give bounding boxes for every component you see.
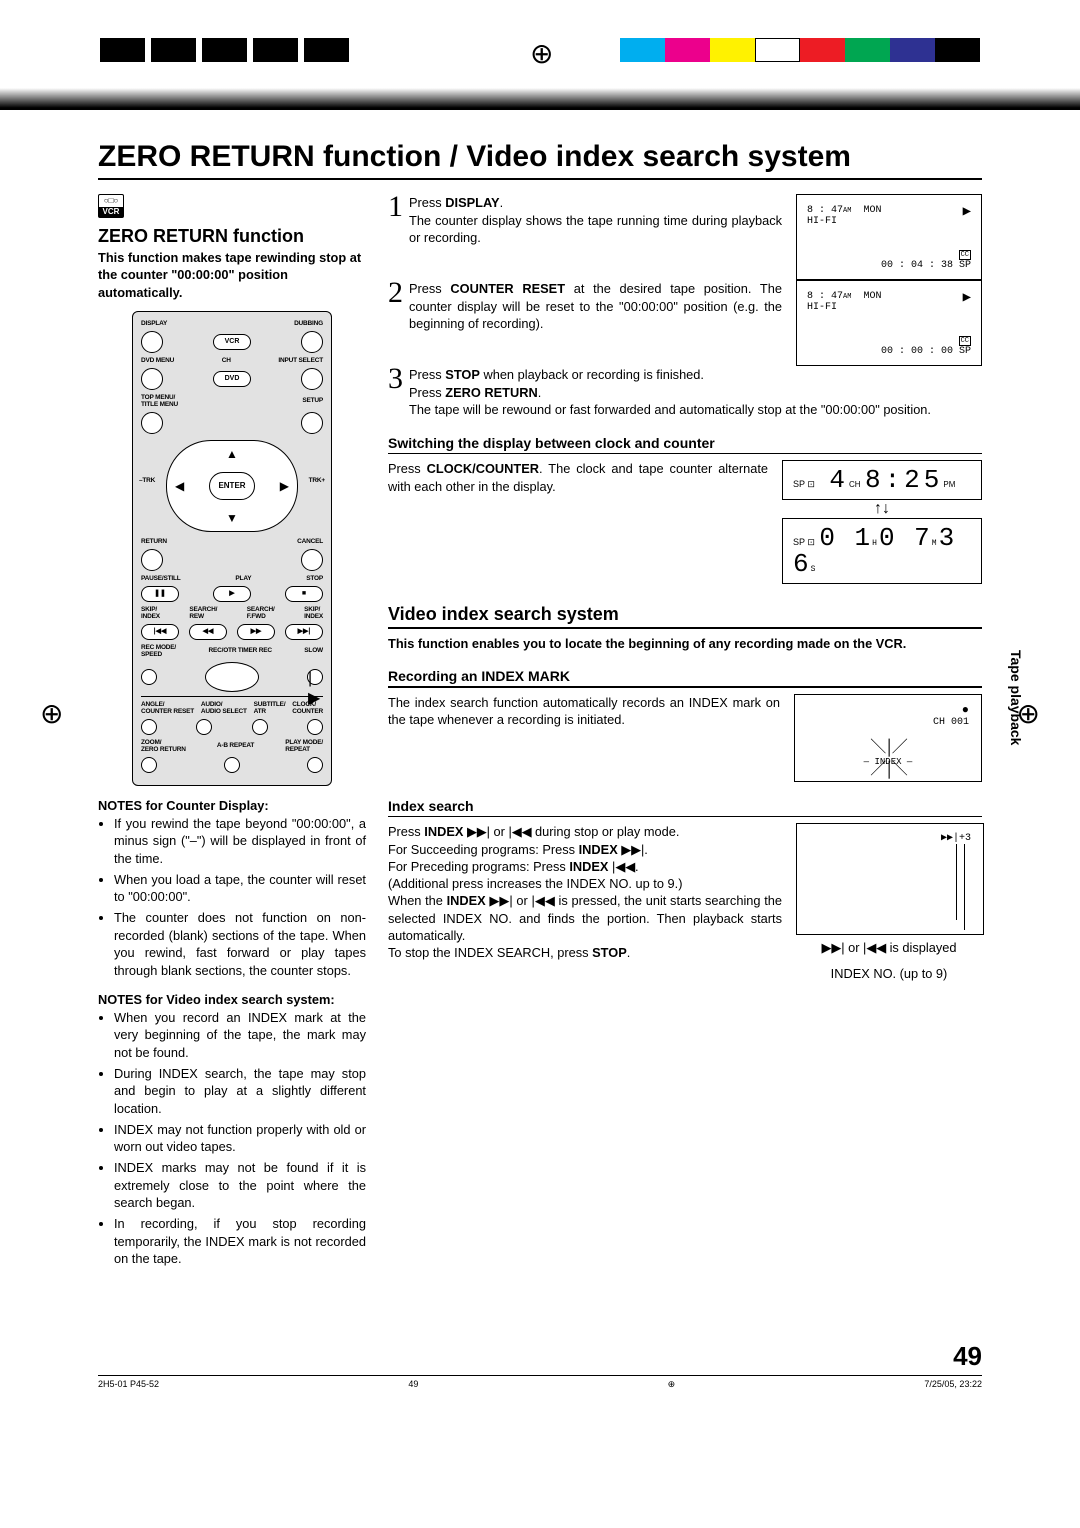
play-icon: ▶ [963,289,971,306]
zero-return-intro: This function makes tape rewinding stop … [98,249,366,301]
osd-display-2: 8 : 47AM MON HI-FI ▶ CC00 : 00 : 00 SP [796,280,982,366]
osd-caption-1: ▶▶| or |◀◀ is displayed [796,939,982,956]
step-2: 2 Press COUNTER RESET at the desired tap… [388,280,782,333]
osd-caption-2: INDEX NO. (up to 9) [796,965,982,982]
section-tab: Tape playback [1008,650,1024,745]
viss-heading: Video index search system [388,604,982,625]
step-3: 3 Press STOP when playback or recording … [388,366,982,419]
osd-index-search: ▶▶|+3 [796,823,984,935]
osd-record-index: ● CH 001 ＼│／ — INDEX — ／│＼ [794,694,982,782]
viss-intro: This function enables you to locate the … [388,635,982,652]
page-number: 49 [953,1341,982,1372]
switch-display-text: Press CLOCK/COUNTER. The clock and tape … [388,460,768,495]
notes-viss-list: When you record an INDEX mark at the ver… [98,1009,366,1268]
list-item: The counter does not function on non-rec… [114,909,366,980]
section-rule [388,686,982,688]
updown-arrows-icon: ↑↓ [782,500,982,518]
print-footer: 2H5-01 P45-52 49 ⊕ 7/25/05, 23:22 [98,1375,982,1390]
list-item: In recording, if you stop recording temp… [114,1215,366,1268]
list-item: If you rewind the tape beyond "00:00:00"… [114,815,366,868]
recording-index-text: The index search function automatically … [388,694,780,729]
record-dot-icon: ● [962,703,969,717]
zero-return-heading: ZERO RETURN function [98,226,366,247]
list-item: When you load a tape, the counter will r… [114,871,366,906]
step-1: 1 Press DISPLAY. The counter display sho… [388,194,782,247]
notes-counter-heading: NOTES for Counter Display: [98,798,366,813]
section-rule [388,453,982,455]
list-item: INDEX marks may not be found if it is ex… [114,1159,366,1212]
list-item: INDEX may not function properly with old… [114,1121,366,1156]
registration-mark-top: ⊕ [530,40,553,68]
vfd-clock: SP ⊡ 4CH 8:25PM [782,460,982,500]
notes-viss-heading: NOTES for Video index search system: [98,992,366,1007]
section-rule [388,627,982,629]
density-bars-left [100,38,349,62]
print-registration-area: ⊕ [0,0,1080,110]
osd-display-1: 8 : 47AM MON HI-FI ▶ CC00 : 04 : 38 SP [796,194,982,280]
list-item: When you record an INDEX mark at the ver… [114,1009,366,1062]
page-title: ZERO RETURN function / Video index searc… [98,140,982,174]
remote-dpad: ▲ ▼ ◀ ▶ ENTER –TRK TRK+ [166,440,298,532]
index-search-text: Press INDEX ▶▶| or |◀◀ during stop or pl… [388,823,782,961]
index-search-heading: Index search [388,798,982,814]
list-item: During INDEX search, the tape may stop a… [114,1065,366,1118]
recording-index-heading: Recording an INDEX MARK [388,668,982,684]
notes-counter-list: If you rewind the tape beyond "00:00:00"… [98,815,366,980]
vfd-counter: SP ⊡ 0 1H0 7M3 6S [782,518,982,584]
gradient-bar [0,88,1080,110]
remote-control-diagram: DISPLAYDUBBING VCR DVD MENUCHINPUT SELEC… [132,311,332,786]
vcr-badge-icon: ○□○ VCR [98,194,124,218]
play-icon: ▶ [963,203,971,220]
section-rule [388,816,982,818]
cmyk-bars-right [620,38,980,62]
switch-display-heading: Switching the display between clock and … [388,435,982,451]
title-rule [98,178,982,180]
